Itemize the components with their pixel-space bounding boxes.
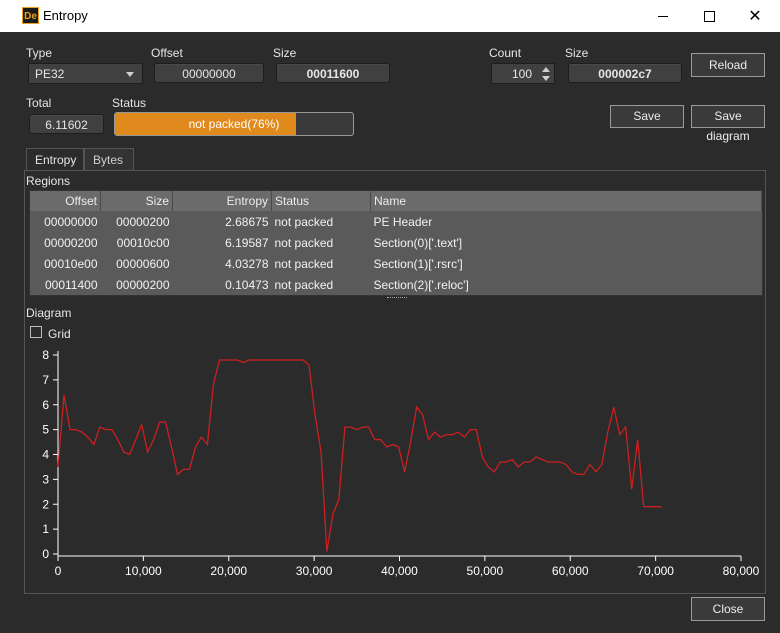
maximize-button[interactable]	[686, 0, 732, 32]
regions-table[interactable]: Offset Size Entropy Status Name 00000000…	[29, 190, 763, 296]
grid-label: Grid	[48, 327, 71, 341]
count-label: Count	[489, 46, 522, 60]
spin-up-icon[interactable]	[542, 67, 550, 72]
column-header-size[interactable]: Size	[100, 191, 173, 211]
count-spinbox[interactable]: 100	[491, 63, 555, 84]
grid-checkbox[interactable]	[30, 326, 42, 338]
minimize-icon	[658, 15, 668, 17]
column-header-name[interactable]: Name	[370, 191, 762, 211]
column-header-status[interactable]: Status	[271, 191, 371, 211]
x-tick-label: 40,000	[381, 564, 418, 578]
close-icon: ✕	[748, 8, 762, 25]
cell-status: not packed	[274, 235, 334, 250]
y-tick-label: 7	[42, 373, 49, 387]
title-bar: De Entropy ✕	[0, 0, 780, 32]
size-label: Size	[273, 46, 297, 60]
regions-label: Regions	[26, 174, 71, 188]
column-header-offset[interactable]: Offset	[30, 191, 101, 211]
app-logo-icon: De	[22, 7, 39, 24]
cell-name: Section(1)['.rsrc']	[373, 256, 463, 271]
tab-bytes[interactable]: Bytes	[84, 148, 134, 170]
maximize-icon	[703, 10, 715, 22]
cell-entropy: 6.19587	[225, 235, 269, 250]
offset-label: Offset	[151, 46, 183, 60]
cell-size: 00000600	[116, 256, 170, 271]
y-tick-label: 6	[42, 398, 49, 412]
total-label: Total	[26, 96, 52, 110]
x-tick-label: 20,000	[210, 564, 247, 578]
column-header-entropy[interactable]: Entropy	[172, 191, 272, 211]
diagram-label: Diagram	[26, 306, 72, 320]
type-value: PE32	[35, 67, 65, 81]
y-tick-label: 0	[42, 547, 49, 561]
x-tick-label: 0	[55, 564, 62, 578]
x-tick-label: 30,000	[296, 564, 333, 578]
close-button[interactable]: Close	[691, 597, 765, 621]
entropy-series-line	[57, 359, 662, 552]
minimize-button[interactable]	[640, 0, 686, 32]
offset-field[interactable]: 00000000	[154, 63, 264, 83]
size2-label: Size	[565, 46, 589, 60]
status-text: not packed(76%)	[188, 117, 280, 131]
x-tick-label: 10,000	[125, 564, 162, 578]
cell-entropy: 0.10473	[225, 277, 269, 292]
table-row[interactable]: 00000200 00010c00 6.19587 not packed Sec…	[30, 232, 762, 253]
cell-size: 00000200	[116, 214, 170, 229]
x-tick-label: 50,000	[467, 564, 504, 578]
cell-entropy: 2.68675	[225, 214, 269, 229]
save-diagram-button[interactable]: Save diagram	[691, 105, 765, 143]
size2-field[interactable]: 000002c7	[568, 63, 682, 83]
type-combobox[interactable]: PE32	[28, 63, 143, 84]
table-row[interactable]: 00011400 00000200 0.10473 not packed Sec…	[30, 274, 762, 295]
cell-name: PE Header	[373, 214, 433, 229]
cell-offset: 00010e00	[44, 256, 98, 271]
y-tick-label: 2	[42, 497, 49, 511]
cell-offset: 00011400	[45, 277, 98, 292]
table-row[interactable]: 00000000 00000200 2.68675 not packed PE …	[30, 211, 762, 232]
x-tick-label: 60,000	[552, 564, 589, 578]
tab-entropy[interactable]: Entropy	[26, 148, 84, 170]
table-header-row: Offset Size Entropy Status Name	[30, 191, 762, 211]
y-tick-label: 1	[42, 522, 49, 536]
cell-size: 00000200	[116, 277, 170, 292]
cell-name: Section(0)['.text']	[373, 235, 463, 250]
y-tick-label: 8	[42, 348, 49, 362]
y-tick-label: 3	[42, 472, 49, 486]
x-tick-label: 80,000	[723, 564, 760, 578]
status-progress-bar: not packed(76%)	[114, 112, 354, 136]
entropy-chart: 0 1 2 3 4 5 6 7 8 0 10,000 20,000 30,000 40,000 50,000…	[42, 348, 760, 578]
cell-status: not packed	[274, 214, 334, 229]
save-button[interactable]: Save	[610, 105, 684, 128]
x-tick-label: 70,000	[637, 564, 674, 578]
status-label: Status	[112, 96, 147, 110]
cell-status: not packed	[274, 277, 334, 292]
cell-offset: 00000200	[44, 235, 98, 250]
spin-down-icon[interactable]	[542, 76, 550, 81]
count-value: 100	[511, 67, 532, 81]
chevron-down-icon	[126, 72, 134, 77]
splitter-handle[interactable]	[387, 297, 407, 301]
size-field[interactable]: 00011600	[276, 63, 390, 83]
table-row[interactable]: 00010e00 00000600 4.03278 not packed Sec…	[30, 253, 762, 274]
y-tick-label: 4	[42, 448, 49, 462]
cell-offset: 00000000	[44, 214, 98, 229]
close-window-button[interactable]: ✕	[732, 0, 778, 32]
cell-size: 00010c00	[116, 235, 170, 250]
cell-entropy: 4.03278	[225, 256, 269, 271]
cell-name: Section(2)['.reloc']	[373, 277, 469, 292]
reload-button[interactable]: Reload	[691, 53, 765, 77]
type-label: Type	[26, 46, 53, 60]
cell-status: not packed	[274, 256, 334, 271]
y-tick-label: 5	[42, 423, 49, 437]
total-field[interactable]: 6.11602	[29, 114, 104, 134]
window-title: Entropy	[43, 8, 88, 23]
